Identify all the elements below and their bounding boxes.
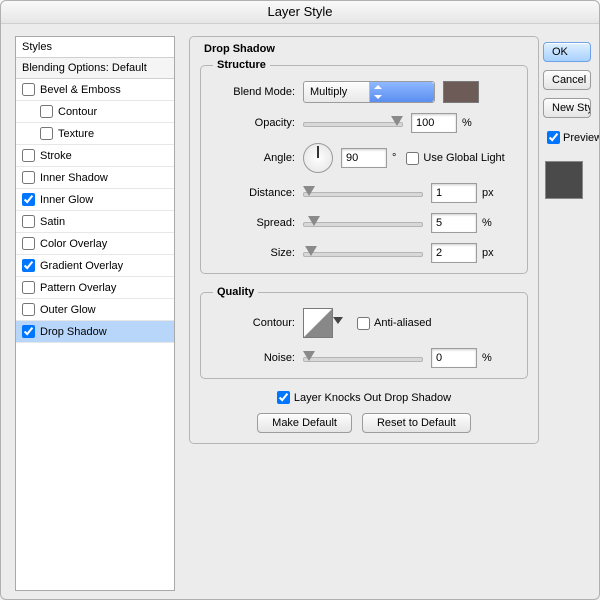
sidebar-item-inner-shadow[interactable]: Inner Shadow — [16, 167, 174, 189]
angle-unit: ° — [392, 152, 396, 164]
layer-style-window: Layer Style Styles Blending Options: Def… — [0, 0, 600, 600]
quality-group: Quality Contour: Anti-aliased — [200, 286, 528, 379]
preview-swatch — [545, 161, 583, 199]
sidebar-item-stroke[interactable]: Stroke — [16, 145, 174, 167]
sidebar-item-label: Color Overlay — [40, 238, 107, 250]
spread-input[interactable] — [431, 213, 477, 233]
sidebar-item-label: Satin — [40, 216, 65, 228]
sidebar-item-drop-shadow[interactable]: Drop Shadow — [16, 321, 174, 343]
anti-aliased-label: Anti-aliased — [374, 317, 431, 329]
noise-slider[interactable] — [303, 351, 423, 365]
spread-unit: % — [482, 217, 492, 229]
blending-options-row[interactable]: Blending Options: Default — [16, 58, 174, 79]
anti-aliased-checkbox[interactable]: Anti-aliased — [357, 317, 431, 330]
sidebar-item-checkbox[interactable] — [22, 237, 35, 250]
blend-mode-label: Blend Mode: — [213, 86, 303, 98]
panel-title: Drop Shadow — [200, 43, 279, 55]
angle-input[interactable] — [341, 148, 387, 168]
make-default-button[interactable]: Make Default — [257, 413, 352, 433]
sidebar-item-bevel-emboss[interactable]: Bevel & Emboss — [16, 79, 174, 101]
sidebar-item-pattern-overlay[interactable]: Pattern Overlay — [16, 277, 174, 299]
styles-sidebar: Styles Blending Options: Default Bevel &… — [15, 36, 175, 591]
sidebar-item-label: Inner Shadow — [40, 172, 108, 184]
sidebar-item-contour[interactable]: Contour — [16, 101, 174, 123]
reset-default-button[interactable]: Reset to Default — [362, 413, 471, 433]
opacity-unit: % — [462, 117, 472, 129]
knockout-input[interactable] — [277, 391, 290, 404]
knockout-checkbox[interactable]: Layer Knocks Out Drop Shadow — [277, 391, 451, 404]
sidebar-item-checkbox[interactable] — [40, 127, 53, 140]
window-title: Layer Style — [1, 1, 599, 24]
sidebar-item-label: Gradient Overlay — [40, 260, 123, 272]
preview-checkbox[interactable]: Preview — [543, 128, 599, 147]
sidebar-item-texture[interactable]: Texture — [16, 123, 174, 145]
distance-slider[interactable] — [303, 186, 423, 200]
opacity-input[interactable] — [411, 113, 457, 133]
angle-label: Angle: — [213, 152, 303, 164]
sidebar-item-label: Bevel & Emboss — [40, 84, 121, 96]
sidebar-item-checkbox[interactable] — [22, 171, 35, 184]
spread-label: Spread: — [213, 217, 303, 229]
ok-button[interactable]: OK — [543, 42, 591, 62]
size-slider[interactable] — [303, 246, 423, 260]
preview-input[interactable] — [547, 131, 560, 144]
sidebar-header[interactable]: Styles — [16, 37, 174, 58]
opacity-label: Opacity: — [213, 117, 303, 129]
cancel-button[interactable]: Cancel — [543, 70, 591, 90]
size-label: Size: — [213, 247, 303, 259]
distance-input[interactable] — [431, 183, 477, 203]
sidebar-item-label: Inner Glow — [40, 194, 93, 206]
spread-slider[interactable] — [303, 216, 423, 230]
use-global-light-label: Use Global Light — [423, 152, 504, 164]
sidebar-item-checkbox[interactable] — [22, 193, 35, 206]
sidebar-item-checkbox[interactable] — [22, 259, 35, 272]
sidebar-item-inner-glow[interactable]: Inner Glow — [16, 189, 174, 211]
quality-legend: Quality — [213, 286, 258, 298]
sidebar-item-label: Outer Glow — [40, 304, 96, 316]
shadow-color-swatch[interactable] — [443, 81, 479, 103]
sidebar-item-checkbox[interactable] — [22, 83, 35, 96]
sidebar-item-label: Drop Shadow — [40, 326, 107, 338]
size-input[interactable] — [431, 243, 477, 263]
sidebar-item-outer-glow[interactable]: Outer Glow — [16, 299, 174, 321]
sidebar-item-checkbox[interactable] — [22, 215, 35, 228]
noise-unit: % — [482, 352, 492, 364]
use-global-light-checkbox[interactable]: Use Global Light — [406, 152, 504, 165]
sidebar-item-label: Pattern Overlay — [40, 282, 116, 294]
sidebar-item-color-overlay[interactable]: Color Overlay — [16, 233, 174, 255]
contour-picker[interactable] — [303, 308, 333, 338]
size-unit: px — [482, 247, 494, 259]
sidebar-item-gradient-overlay[interactable]: Gradient Overlay — [16, 255, 174, 277]
angle-dial[interactable] — [303, 143, 333, 173]
sidebar-item-label: Contour — [58, 106, 97, 118]
knockout-label: Layer Knocks Out Drop Shadow — [294, 392, 451, 404]
distance-unit: px — [482, 187, 494, 199]
dialog-buttons: OK Cancel New Style... Preview — [539, 36, 585, 591]
blend-mode-value: Multiply — [304, 86, 369, 98]
sidebar-item-checkbox[interactable] — [22, 325, 35, 338]
preview-label: Preview — [563, 132, 599, 144]
anti-aliased-input[interactable] — [357, 317, 370, 330]
sidebar-item-label: Texture — [58, 128, 94, 140]
contour-label: Contour: — [213, 317, 303, 329]
distance-label: Distance: — [213, 187, 303, 199]
structure-group: Structure Blend Mode: Multiply Opacity: — [200, 59, 528, 274]
noise-input[interactable] — [431, 348, 477, 368]
sidebar-item-satin[interactable]: Satin — [16, 211, 174, 233]
sidebar-item-label: Stroke — [40, 150, 72, 162]
drop-shadow-group: Drop Shadow Structure Blend Mode: Multip… — [189, 36, 539, 444]
blend-mode-select[interactable]: Multiply — [303, 81, 435, 103]
sidebar-item-checkbox[interactable] — [40, 105, 53, 118]
sidebar-item-checkbox[interactable] — [22, 303, 35, 316]
sidebar-item-checkbox[interactable] — [22, 149, 35, 162]
structure-legend: Structure — [213, 59, 270, 71]
select-arrows-icon — [369, 82, 435, 102]
new-style-button[interactable]: New Style... — [543, 98, 591, 118]
use-global-light-input[interactable] — [406, 152, 419, 165]
noise-label: Noise: — [213, 352, 303, 364]
sidebar-item-checkbox[interactable] — [22, 281, 35, 294]
opacity-slider[interactable] — [303, 116, 403, 130]
